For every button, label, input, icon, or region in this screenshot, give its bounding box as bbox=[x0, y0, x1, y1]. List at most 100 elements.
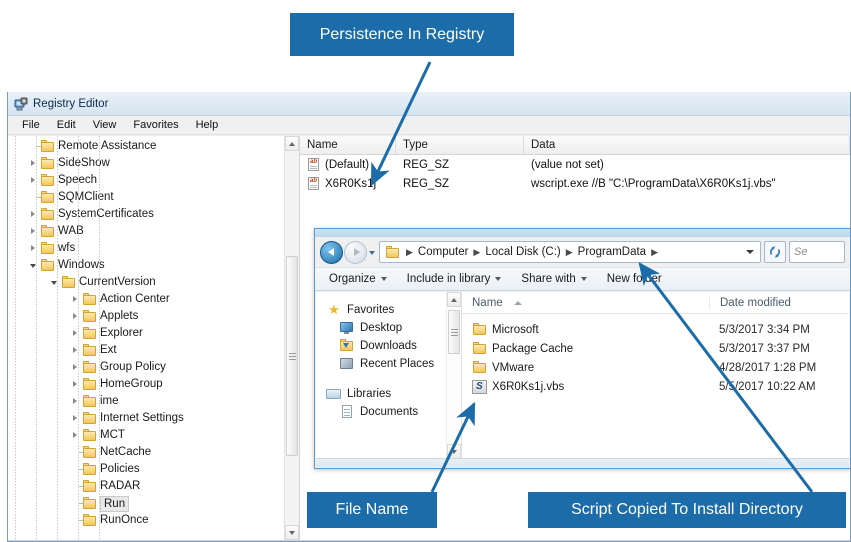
registry-tree-item[interactable]: Action Center bbox=[8, 291, 299, 308]
registry-tree-item[interactable]: wfs bbox=[8, 240, 299, 257]
toolbar-button-share-with[interactable]: Share with bbox=[521, 273, 587, 285]
chevron-right-icon[interactable] bbox=[29, 240, 40, 257]
chevron-right-icon[interactable] bbox=[71, 325, 82, 342]
file-date-modified: 4/28/2017 1:28 PM bbox=[719, 361, 817, 374]
navigation-pane-item-desktop[interactable]: Desktop bbox=[326, 319, 461, 337]
file-list-row[interactable]: Package Cache 5/3/2017 3:37 PM bbox=[462, 339, 849, 358]
registry-tree-item-label: Applets bbox=[100, 310, 139, 322]
registry-tree-item-label: Policies bbox=[100, 463, 140, 475]
scroll-down-arrow-icon[interactable] bbox=[285, 525, 299, 540]
registry-tree-item[interactable]: Speech bbox=[8, 172, 299, 189]
scroll-down-arrow-icon[interactable] bbox=[447, 444, 461, 459]
registry-value-data: (value not set) bbox=[531, 158, 604, 171]
breadcrumb-item-local-disk[interactable]: Local Disk (C:) bbox=[483, 246, 562, 258]
registry-tree-item[interactable]: SQMClient bbox=[8, 189, 299, 206]
folder-icon bbox=[82, 310, 97, 323]
registry-tree-vertical-scrollbar[interactable] bbox=[284, 136, 299, 540]
chevron-right-icon[interactable] bbox=[71, 308, 82, 325]
registry-tree-item[interactable]: CurrentVersion bbox=[8, 274, 299, 291]
chevron-right-icon[interactable] bbox=[71, 359, 82, 376]
history-dropdown-icon[interactable] bbox=[367, 242, 379, 263]
refresh-button-icon[interactable] bbox=[764, 241, 786, 263]
registry-tree-item[interactable]: Applets bbox=[8, 308, 299, 325]
registry-editor-icon bbox=[14, 97, 28, 111]
registry-tree-item[interactable]: ime bbox=[8, 393, 299, 410]
menu-view[interactable]: View bbox=[93, 119, 117, 131]
explorer-file-list-pane[interactable]: Name Date modified Microsoft 5/3/2017 3:3… bbox=[462, 292, 849, 459]
file-list-row[interactable]: S X6R0Ks1j.vbs 5/5/2017 10:22 AM bbox=[462, 377, 849, 396]
file-list-row[interactable]: VMware 4/28/2017 1:28 PM bbox=[462, 358, 849, 377]
search-input[interactable]: Se bbox=[789, 241, 845, 263]
registry-tree-item[interactable]: Ext bbox=[8, 342, 299, 359]
registry-tree-item[interactable]: RADAR bbox=[8, 478, 299, 495]
chevron-right-icon[interactable] bbox=[71, 410, 82, 427]
registry-tree-pane[interactable]: Remote Assistance SideShow Speech SQMClient… bbox=[8, 136, 300, 541]
column-header-date-modified[interactable]: Date modified bbox=[709, 296, 849, 309]
chevron-right-icon[interactable] bbox=[29, 172, 40, 189]
registry-tree-item[interactable]: HomeGroup bbox=[8, 376, 299, 393]
breadcrumb-item-programdata[interactable]: ProgramData bbox=[576, 246, 648, 258]
menu-favorites[interactable]: Favorites bbox=[133, 119, 178, 131]
chevron-right-icon[interactable] bbox=[71, 376, 82, 393]
registry-values-list[interactable]: ab (Default) REG_SZ (value not set) ab X6R0Ks… bbox=[300, 155, 850, 193]
column-header-name[interactable]: Name bbox=[300, 136, 396, 154]
chevron-right-icon[interactable] bbox=[71, 291, 82, 308]
scrollbar-thumb[interactable] bbox=[448, 310, 460, 354]
back-button-icon[interactable] bbox=[320, 240, 343, 264]
explorer-titlebar bbox=[315, 229, 850, 237]
chevron-right-icon[interactable] bbox=[29, 155, 40, 172]
column-header-name[interactable]: Name bbox=[462, 297, 709, 309]
registry-tree-item[interactable]: Internet Settings bbox=[8, 410, 299, 427]
registry-tree-item[interactable]: NetCache bbox=[8, 444, 299, 461]
chevron-right-icon[interactable] bbox=[71, 427, 82, 444]
navigation-pane-item-downloads[interactable]: Downloads bbox=[326, 337, 461, 355]
registry-tree-item[interactable]: WAB bbox=[8, 223, 299, 240]
chevron-down-icon[interactable] bbox=[29, 257, 40, 274]
navigation-pane-item-favorites[interactable]: ★ Favorites bbox=[326, 301, 461, 319]
chevron-right-icon[interactable] bbox=[71, 342, 82, 359]
registry-tree-list[interactable]: Remote Assistance SideShow Speech SQMClient… bbox=[8, 136, 299, 529]
registry-value-row[interactable]: ab (Default) REG_SZ (value not set) bbox=[300, 155, 850, 174]
file-list-row[interactable]: Microsoft 5/3/2017 3:34 PM bbox=[462, 320, 849, 339]
registry-tree-item[interactable]: Group Policy bbox=[8, 359, 299, 376]
scroll-up-arrow-icon[interactable] bbox=[285, 136, 299, 151]
registry-value-type: REG_SZ bbox=[403, 158, 450, 171]
navigation-pane-list[interactable]: ★ Favorites Desktop Downloads Recent Places L… bbox=[316, 292, 461, 421]
column-header-type[interactable]: Type bbox=[396, 136, 524, 154]
registry-tree-item[interactable]: SideShow bbox=[8, 155, 299, 172]
registry-tree-item[interactable]: Policies bbox=[8, 461, 299, 478]
menu-file[interactable]: File bbox=[22, 119, 40, 131]
registry-tree-item[interactable]: SystemCertificates bbox=[8, 206, 299, 223]
toolbar-button-organize[interactable]: Organize bbox=[329, 273, 387, 285]
navigation-pane-item-recent-places[interactable]: Recent Places bbox=[326, 355, 461, 373]
navigation-pane-item-libraries[interactable]: Libraries bbox=[326, 385, 461, 403]
registry-value-row[interactable]: ab X6R0Ks1j REG_SZ wscript.exe //B "C:\Prog… bbox=[300, 174, 850, 193]
toolbar-button-include-in-library[interactable]: Include in library bbox=[407, 273, 502, 285]
menu-edit[interactable]: Edit bbox=[57, 119, 76, 131]
chevron-right-icon[interactable] bbox=[29, 206, 40, 223]
registry-tree-item[interactable]: Run bbox=[8, 495, 299, 512]
breadcrumb-dropdown-icon[interactable] bbox=[742, 242, 758, 262]
folder-icon bbox=[82, 361, 97, 374]
registry-tree-scroll-area[interactable]: Remote Assistance SideShow Speech SQMClient… bbox=[8, 136, 299, 540]
column-header-data[interactable]: Data bbox=[524, 136, 850, 154]
breadcrumb[interactable]: ▶ Computer ▶ Local Disk (C:) ▶ ProgramDa… bbox=[379, 241, 761, 263]
file-list[interactable]: Microsoft 5/3/2017 3:34 PM Package Cache 5/… bbox=[462, 320, 849, 396]
registry-tree-item[interactable]: Explorer bbox=[8, 325, 299, 342]
forward-button-icon[interactable] bbox=[344, 240, 367, 264]
toolbar-button-new-folder[interactable]: New folder bbox=[607, 273, 662, 285]
chevron-right-icon[interactable] bbox=[71, 393, 82, 410]
chevron-right-icon[interactable] bbox=[29, 223, 40, 240]
registry-tree-item[interactable]: Windows bbox=[8, 257, 299, 274]
registry-tree-item[interactable]: RunOnce bbox=[8, 512, 299, 529]
registry-tree-item[interactable]: Remote Assistance bbox=[8, 138, 299, 155]
navigation-pane-scrollbar[interactable] bbox=[446, 292, 461, 459]
menu-help[interactable]: Help bbox=[196, 119, 219, 131]
scrollbar-thumb[interactable] bbox=[286, 256, 298, 456]
explorer-navigation-pane[interactable]: ★ Favorites Desktop Downloads Recent Places L… bbox=[316, 292, 462, 459]
scroll-up-arrow-icon[interactable] bbox=[447, 292, 461, 307]
navigation-pane-item-documents[interactable]: Documents bbox=[326, 403, 461, 421]
breadcrumb-item-computer[interactable]: Computer bbox=[416, 246, 471, 258]
chevron-down-icon[interactable] bbox=[50, 274, 61, 291]
registry-tree-item[interactable]: MCT bbox=[8, 427, 299, 444]
